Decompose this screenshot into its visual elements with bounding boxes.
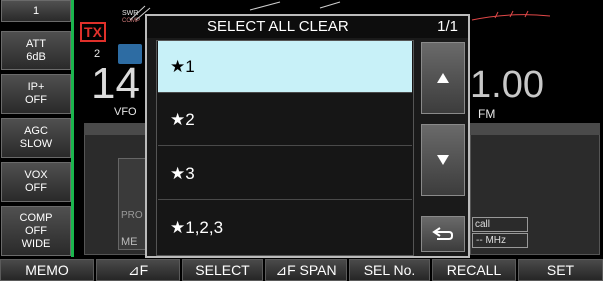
ip-plus-button[interactable]: IP+ OFF — [1, 74, 71, 114]
agc-value: SLOW — [19, 138, 53, 150]
memo-button[interactable]: MEMO — [0, 259, 94, 281]
comp-button[interactable]: COMP OFF WIDE — [1, 206, 71, 256]
agc-button[interactable]: AGC SLOW — [1, 118, 71, 158]
comp-value: OFF — [25, 224, 47, 237]
return-button[interactable] — [421, 216, 465, 252]
triangle-up-icon — [437, 73, 449, 83]
me-label: ME — [121, 236, 138, 248]
select-button[interactable]: SELECT — [182, 259, 263, 281]
left-button-1[interactable]: 1 — [1, 0, 71, 22]
triangle-down-icon — [437, 155, 449, 165]
comp-width: WIDE — [21, 237, 51, 250]
agc-label: AGC — [24, 125, 48, 137]
comp-label: COMP — [19, 211, 53, 224]
delta-f-span-button[interactable]: ⊿F SPAN — [265, 259, 347, 281]
dialog-page-indicator: 1/1 — [437, 18, 458, 35]
ip-plus-label: IP+ — [27, 81, 45, 93]
frequency-digits-right: 1.00 — [470, 64, 544, 106]
vox-label: VOX — [24, 169, 48, 181]
dialog-title: SELECT ALL CLEAR — [207, 18, 349, 35]
recall-mhz-field: -- MHz — [472, 233, 528, 248]
att-button[interactable]: ATT 6dB — [1, 31, 71, 70]
left-button-1-label: 1 — [32, 4, 40, 17]
list-item-star-3[interactable]: ★3 — [158, 148, 412, 200]
pro-label: PRO — [121, 210, 143, 221]
vox-value: OFF — [25, 182, 47, 194]
bottom-function-bar: MEMO ⊿F SELECT ⊿F SPAN SEL No. RECALL SE… — [0, 259, 603, 281]
vfo-label: VFO — [114, 106, 137, 118]
frequency-digits-left: 14 — [91, 59, 140, 108]
left-function-column: 1 ATT 6dB IP+ OFF AGC SLOW VOX OFF COMP … — [0, 0, 74, 257]
list-item-star-all[interactable]: ★1,2,3 — [158, 202, 412, 254]
left-column-accent-bar — [71, 0, 74, 257]
list-item-star-1[interactable]: ★1 — [158, 41, 412, 93]
recall-button[interactable]: RECALL — [432, 259, 516, 281]
sel-no-button[interactable]: SEL No. — [349, 259, 430, 281]
mode-label: FM — [478, 107, 496, 121]
set-button[interactable]: SET — [518, 259, 603, 281]
att-label: ATT — [26, 37, 46, 50]
vox-button[interactable]: VOX OFF — [1, 162, 71, 202]
ip-plus-value: OFF — [25, 94, 47, 106]
right-info-panel-header — [470, 123, 600, 135]
left-info-panel-header — [84, 123, 146, 135]
dialog-title-bar: SELECT ALL CLEAR 1/1 — [147, 16, 468, 38]
recall-field: call — [472, 217, 528, 232]
list-item-star-2[interactable]: ★2 — [158, 94, 412, 146]
delta-f-button[interactable]: ⊿F — [96, 259, 180, 281]
scroll-down-button[interactable] — [421, 124, 465, 196]
return-icon — [432, 227, 453, 240]
att-value: 6dB — [26, 50, 46, 63]
scroll-up-button[interactable] — [421, 42, 465, 114]
select-all-clear-dialog: SELECT ALL CLEAR 1/1 ★1 ★2 ★3 ★1,2,3 — [145, 14, 470, 258]
selection-list: ★1 ★2 ★3 ★1,2,3 — [156, 40, 414, 256]
